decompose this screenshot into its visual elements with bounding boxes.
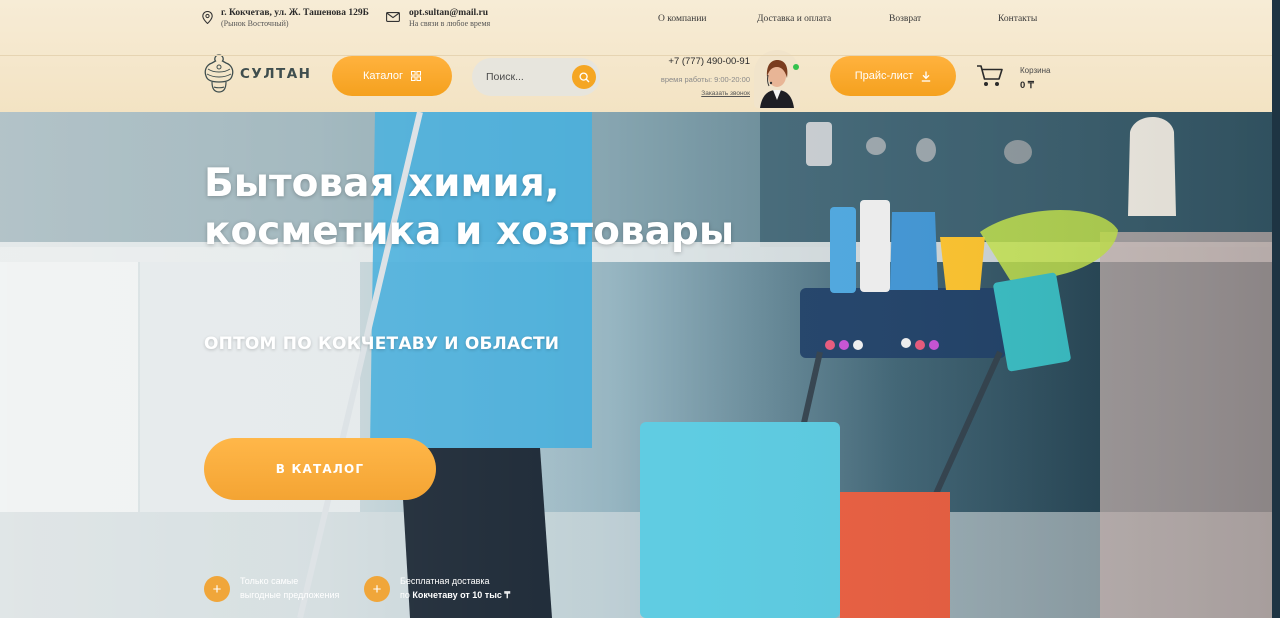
- grid-icon: [411, 71, 421, 81]
- site-header: г. Кокчетав, ул. Ж. Ташенова 129Б (Рынок…: [0, 0, 1280, 112]
- cart-summary[interactable]: Корзина 0 ₸: [1020, 66, 1050, 91]
- perk-free-delivery: + Бесплатная доставка по Кокчетаву от 10…: [364, 574, 510, 602]
- search-bar: [472, 58, 600, 96]
- address-block: г. Кокчетав, ул. Ж. Ташенова 129Б (Рынок…: [202, 8, 369, 28]
- cart-icon[interactable]: [976, 64, 1004, 88]
- perk-line-prefix: по: [400, 590, 413, 600]
- mail-icon: [386, 12, 400, 22]
- to-catalog-button[interactable]: В КАТАЛОГ: [204, 438, 436, 500]
- nav-returns[interactable]: Возврат: [889, 14, 921, 24]
- hero-banner: Бытовая химия, косметика и хозтовары ОПТ…: [0, 112, 1280, 618]
- perk-line-bold: Кокчетаву от 10 тыс ₸: [412, 590, 511, 600]
- perk-line: выгодные предложения: [240, 590, 340, 600]
- hero-title-line2: косметика и хозтовары: [204, 209, 735, 254]
- email-note: На связи в любое время: [409, 19, 491, 28]
- location-pin-icon: [202, 11, 213, 24]
- search-icon: [578, 71, 589, 82]
- sultan-turban-icon: [204, 54, 234, 93]
- operator-avatar: [754, 50, 800, 108]
- cart-label: Корзина: [1020, 66, 1051, 75]
- phone-number[interactable]: +7 (777) 490-00-91: [650, 56, 750, 67]
- search-input[interactable]: [472, 71, 564, 83]
- nav-contacts[interactable]: Контакты: [998, 14, 1037, 24]
- callback-link[interactable]: Заказать звонок: [650, 90, 750, 97]
- perk-line: Бесплатная доставка: [400, 576, 490, 586]
- logo-text: СУЛТАН: [240, 66, 312, 82]
- perk-line: Только самые: [240, 576, 299, 586]
- window-edge: [1272, 0, 1280, 618]
- perk-line: по Кокчетаву от 10 тыс ₸: [400, 588, 510, 602]
- perk-best-offers: + Только самые выгодные предложения: [204, 574, 339, 602]
- hero-title-line1: Бытовая химия,: [204, 161, 560, 206]
- search-button[interactable]: [572, 65, 596, 89]
- logo[interactable]: СУЛТАН: [202, 52, 311, 96]
- email-link[interactable]: opt.sultan@mail.ru: [409, 8, 490, 18]
- download-icon: [922, 71, 931, 82]
- hero-title: Бытовая химия, косметика и хозтовары: [204, 160, 764, 256]
- catalog-button[interactable]: Каталог: [332, 56, 452, 96]
- nav-delivery[interactable]: Доставка и оплата: [757, 14, 831, 24]
- price-list-button[interactable]: Прайс-лист: [830, 56, 956, 96]
- plus-icon: +: [364, 576, 390, 602]
- plus-icon: +: [204, 576, 230, 602]
- catalog-button-label: Каталог: [363, 70, 403, 82]
- address-line: г. Кокчетав, ул. Ж. Ташенова 129Б: [221, 8, 369, 18]
- phone-block: +7 (777) 490-00-91 время работы: 9:00-20…: [650, 56, 750, 97]
- online-status-dot: [793, 64, 799, 70]
- email-block: opt.sultan@mail.ru На связи в любое врем…: [386, 8, 490, 28]
- working-hours: время работы: 9:00-20:00: [660, 75, 750, 84]
- nav-about[interactable]: О компании: [658, 14, 707, 24]
- cart-total: 0 ₸: [1020, 80, 1034, 91]
- hero-subtitle: ОПТОМ ПО КОКЧЕТАВУ И ОБЛАСТИ: [204, 334, 560, 354]
- price-list-label: Прайс-лист: [854, 70, 914, 82]
- address-landmark: (Рынок Восточный): [221, 19, 289, 28]
